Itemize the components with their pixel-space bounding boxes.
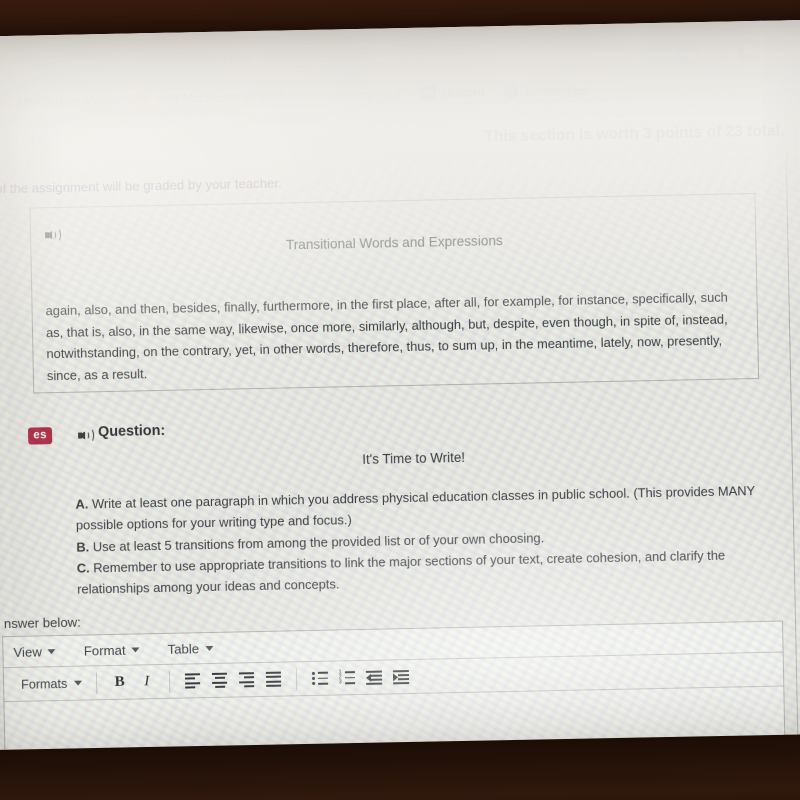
alignment-group	[175, 666, 291, 694]
align-justify-button[interactable]	[260, 666, 287, 692]
bookmark-label: Henderson Middle S	[17, 90, 134, 109]
instruction-letter: B.	[76, 539, 90, 555]
page-right-edge	[784, 108, 799, 751]
bookmark-label: discord	[443, 83, 485, 100]
align-right-icon	[239, 672, 255, 688]
spanish-translate-badge[interactable]: es	[27, 427, 53, 445]
bookmark-messenger[interactable]: Messenger	[503, 76, 589, 104]
page-content: This section is worth 3 points of 23 tot…	[0, 108, 800, 767]
bookmark-henderson-middle[interactable]: Henderson Middle S	[0, 85, 134, 114]
align-right-button[interactable]	[233, 667, 260, 693]
list-indent-group: 1 2 3	[302, 663, 418, 691]
question-heading: It's Time to Write!	[362, 449, 466, 467]
answer-prompt-label: nswer below:	[3, 614, 81, 632]
numbered-list-icon: 1 2 3	[339, 669, 355, 686]
chevron-down-icon	[131, 646, 140, 653]
italic-button[interactable]: I	[133, 669, 160, 695]
question-instructions: A. Write at least one paragraph in which…	[75, 480, 757, 600]
toolbar-divider	[169, 670, 171, 693]
discord-favicon-icon	[421, 84, 437, 101]
numbered-list-button[interactable]: 1 2 3	[333, 665, 360, 691]
teal-circle-extension-icon[interactable]	[645, 40, 668, 64]
chevron-down-icon	[205, 645, 214, 651]
henderson-favicon-icon	[0, 93, 11, 109]
audio-speaker-icon[interactable]	[78, 428, 95, 443]
transitional-words-panel: Transitional Words and Expressions again…	[29, 192, 760, 394]
chevron-down-icon	[74, 680, 83, 686]
bookmark-discord[interactable]: discord	[421, 78, 485, 105]
menu-format[interactable]: Format	[84, 642, 140, 658]
section-points-note: This section is worth 3 points of 23 tot…	[484, 122, 785, 146]
laptop-screen: p.com/modules/combined/ca.php?load_activ…	[0, 19, 800, 767]
faded-extension-icon[interactable]	[768, 38, 791, 61]
chevron-down-icon	[47, 648, 56, 654]
bookmark-label: USATestprep, LLC - C	[300, 85, 427, 103]
menu-format-label: Format	[83, 642, 126, 659]
graded-by-teacher-note: of the assignment will be graded by your…	[0, 175, 282, 197]
align-left-icon	[185, 673, 201, 689]
usatestprep-favicon-icon	[278, 88, 293, 103]
menu-table-label: Table	[167, 640, 200, 657]
transitional-words-list: again, also, and then, besides, finally,…	[45, 289, 728, 384]
messenger-favicon-icon	[503, 83, 519, 99]
instruction-text: Remember to use appropriate transitions …	[77, 547, 726, 597]
outdent-icon	[365, 670, 382, 685]
toolbar-divider	[296, 667, 298, 690]
photo-of-screen: p.com/modules/combined/ca.php?load_activ…	[0, 0, 800, 800]
bullet-list-button[interactable]	[306, 666, 333, 692]
indent-icon	[392, 670, 409, 685]
menu-view-label: View	[13, 643, 42, 660]
align-left-button[interactable]	[179, 668, 206, 694]
outdent-button[interactable]	[360, 664, 387, 690]
browser-chrome: p.com/modules/combined/ca.php?load_activ…	[0, 20, 800, 125]
bold-button[interactable]: B	[106, 670, 133, 696]
bookmark-label: Holt McDougal Onlin	[156, 88, 274, 106]
bookmark-usatestprep[interactable]: USATestprep, LLC - C	[278, 80, 426, 109]
orange-white-extension-icon[interactable]	[706, 39, 729, 62]
toolbar-divider	[96, 671, 98, 694]
align-center-button[interactable]	[206, 668, 233, 694]
bookmark-star-icon[interactable]: ☆	[604, 42, 626, 64]
menu-view[interactable]: View	[13, 643, 56, 660]
question-label: Question:	[97, 422, 166, 441]
instruction-letter: A.	[75, 496, 89, 512]
blue-document-extension-icon[interactable]	[676, 40, 699, 63]
transitional-words-title: Transitional Words and Expressions	[285, 233, 503, 253]
bookmark-label: Messenger	[525, 81, 589, 99]
address-bar-url[interactable]: p.com/modules/combined/ca.php?load_activ…	[0, 46, 380, 75]
formats-dropdown[interactable]: Formats	[12, 670, 92, 697]
menu-table[interactable]: Table	[167, 640, 214, 657]
dark-bulb-extension-icon[interactable]	[737, 38, 760, 62]
audio-speaker-icon[interactable]	[45, 227, 62, 243]
formats-label: Formats	[20, 676, 68, 692]
align-center-icon	[212, 672, 228, 688]
bookmark-holt-mcdougal[interactable]: Holt McDougal Onlin	[134, 83, 274, 112]
text-style-group: B I	[102, 668, 165, 695]
question-header: es Question:	[27, 418, 428, 450]
instruction-letter: C.	[76, 560, 90, 576]
indent-button[interactable]	[387, 664, 414, 690]
bullet-list-icon	[311, 671, 328, 686]
holt-mcdougal-favicon-icon	[134, 90, 150, 106]
align-justify-icon	[266, 671, 282, 687]
